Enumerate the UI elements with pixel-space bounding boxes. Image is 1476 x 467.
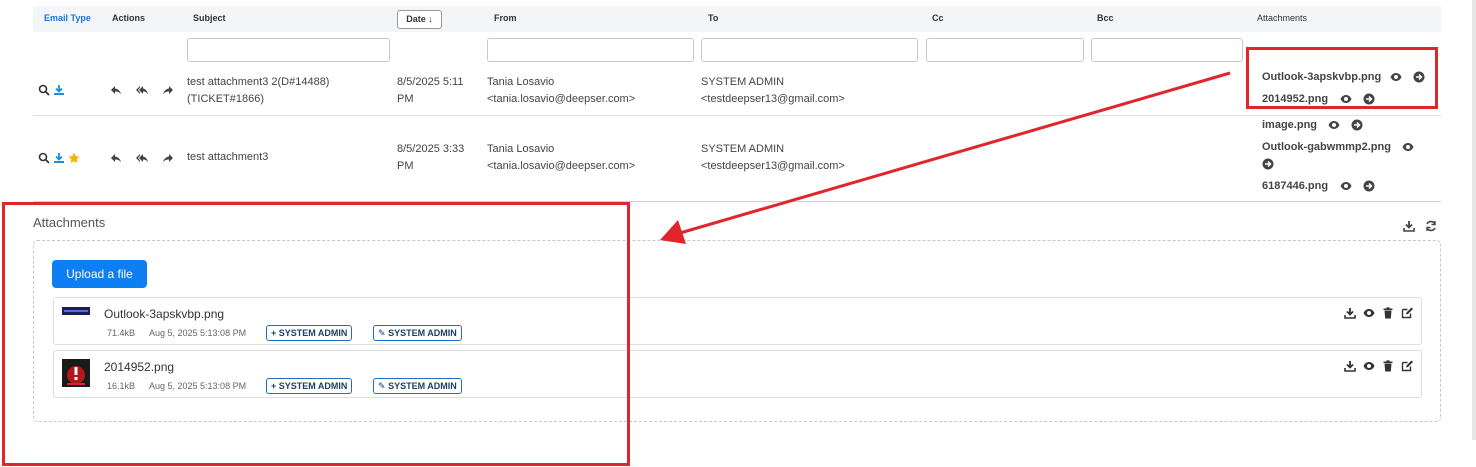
download-icon[interactable]	[1344, 360, 1356, 372]
row1-date-line2: PM	[397, 93, 414, 105]
filter-bcc-input[interactable]	[1091, 38, 1243, 62]
row2-attachment-name[interactable]: 6187446.png	[1262, 180, 1328, 192]
eye-icon[interactable]	[1363, 307, 1375, 319]
trash-icon[interactable]	[1382, 360, 1394, 372]
search-icon[interactable]	[38, 152, 50, 164]
arrow-circle-right-icon[interactable]	[1351, 119, 1363, 131]
reply-icon[interactable]	[110, 84, 122, 96]
file-actions	[1344, 307, 1413, 319]
row1-subject-line1: test attachment3 2(D#14488)	[187, 76, 330, 88]
row2-to: SYSTEM ADMIN <testdeepser13@gmail.com>	[701, 141, 845, 175]
header-actions: Actions	[112, 13, 146, 23]
download-icon[interactable]	[1344, 307, 1356, 319]
reply-all-icon[interactable]	[136, 152, 148, 164]
filter-to-input[interactable]	[701, 38, 918, 62]
header-date-label: Date	[406, 14, 426, 24]
header-email-type[interactable]: Email Type	[44, 13, 91, 23]
row1-from: Tania Losavio <tania.losavio@deepser.com…	[487, 74, 635, 108]
header-from[interactable]: From	[494, 13, 517, 23]
row1-to: SYSTEM ADMIN <testdeepser13@gmail.com>	[701, 74, 845, 108]
eye-icon[interactable]	[1328, 119, 1340, 131]
row1-date: 8/5/2025 5:11 PM	[397, 74, 463, 108]
reply-all-icon[interactable]	[136, 84, 148, 96]
header-to[interactable]: To	[708, 13, 718, 23]
header-attachments: Attachments	[1257, 13, 1308, 23]
row-divider	[33, 115, 1441, 116]
arrow-circle-right-icon[interactable]	[1262, 158, 1274, 170]
row2-from-name: Tania Losavio	[487, 143, 555, 155]
row1-subject-line2: (TICKET#1866)	[187, 93, 265, 105]
row2-type-icons	[38, 152, 80, 164]
row1-date-line1: 8/5/2025 5:11	[397, 76, 464, 88]
row2-subject[interactable]: test attachment3	[187, 149, 268, 166]
scrollbar-track[interactable]	[1472, 0, 1476, 440]
row2-to-name: SYSTEM ADMIN	[701, 143, 785, 155]
sort-down-icon: ↓	[428, 14, 433, 24]
row2-from: Tania Losavio <tania.losavio@deepser.com…	[487, 141, 635, 175]
header-subject[interactable]: Subject	[193, 13, 226, 23]
row2-subject-line1: test attachment3	[187, 151, 269, 163]
forward-icon[interactable]	[162, 84, 174, 96]
header-cc[interactable]: Cc	[932, 13, 944, 23]
highlight-box-attachments	[1246, 47, 1438, 109]
star-icon[interactable]	[68, 152, 80, 164]
search-icon[interactable]	[38, 84, 50, 96]
filter-from-input[interactable]	[487, 38, 694, 62]
row1-subject[interactable]: test attachment3 2(D#14488) (TICKET#1866…	[187, 74, 329, 108]
row1-from-email: <tania.losavio@deepser.com>	[487, 93, 636, 105]
edit-icon[interactable]	[1401, 307, 1413, 319]
row1-type-icons	[38, 84, 65, 96]
row1-to-name: SYSTEM ADMIN	[701, 76, 785, 88]
row2-date-line2: PM	[397, 160, 414, 172]
forward-icon[interactable]	[162, 152, 174, 164]
refresh-icon[interactable]	[1425, 220, 1437, 232]
eye-icon[interactable]	[1363, 360, 1375, 372]
eye-icon[interactable]	[1340, 180, 1352, 192]
row2-actions	[110, 152, 174, 164]
highlight-box-panel	[2, 202, 630, 466]
row1-to-email: <testdeepser13@gmail.com>	[701, 93, 845, 105]
row1-actions	[110, 84, 174, 96]
header-bcc[interactable]: Bcc	[1097, 13, 1114, 23]
eye-icon[interactable]	[1402, 141, 1414, 153]
download-icon[interactable]	[53, 152, 65, 164]
row2-attachment-name[interactable]: Outlook-gabwmmp2.png	[1262, 141, 1391, 153]
table-header-row	[33, 6, 1441, 32]
download-all-icon[interactable]	[1403, 220, 1415, 232]
row2-from-email: <tania.losavio@deepser.com>	[487, 160, 636, 172]
row2-date-line1: 8/5/2025 3:33	[397, 143, 465, 155]
header-date-sort-button[interactable]: Date ↓	[397, 10, 442, 29]
download-icon[interactable]	[53, 84, 65, 96]
filter-cc-input[interactable]	[926, 38, 1084, 62]
file-actions	[1344, 360, 1413, 372]
edit-icon[interactable]	[1401, 360, 1413, 372]
row2-date: 8/5/2025 3:33 PM	[397, 141, 464, 175]
arrow-circle-right-icon[interactable]	[1363, 180, 1375, 192]
row2-attachment-name[interactable]: image.png	[1262, 119, 1317, 131]
row2-to-email: <testdeepser13@gmail.com>	[701, 160, 845, 172]
trash-icon[interactable]	[1382, 307, 1394, 319]
reply-icon[interactable]	[110, 152, 122, 164]
filter-subject-input[interactable]	[187, 38, 390, 62]
row1-from-name: Tania Losavio	[487, 76, 555, 88]
